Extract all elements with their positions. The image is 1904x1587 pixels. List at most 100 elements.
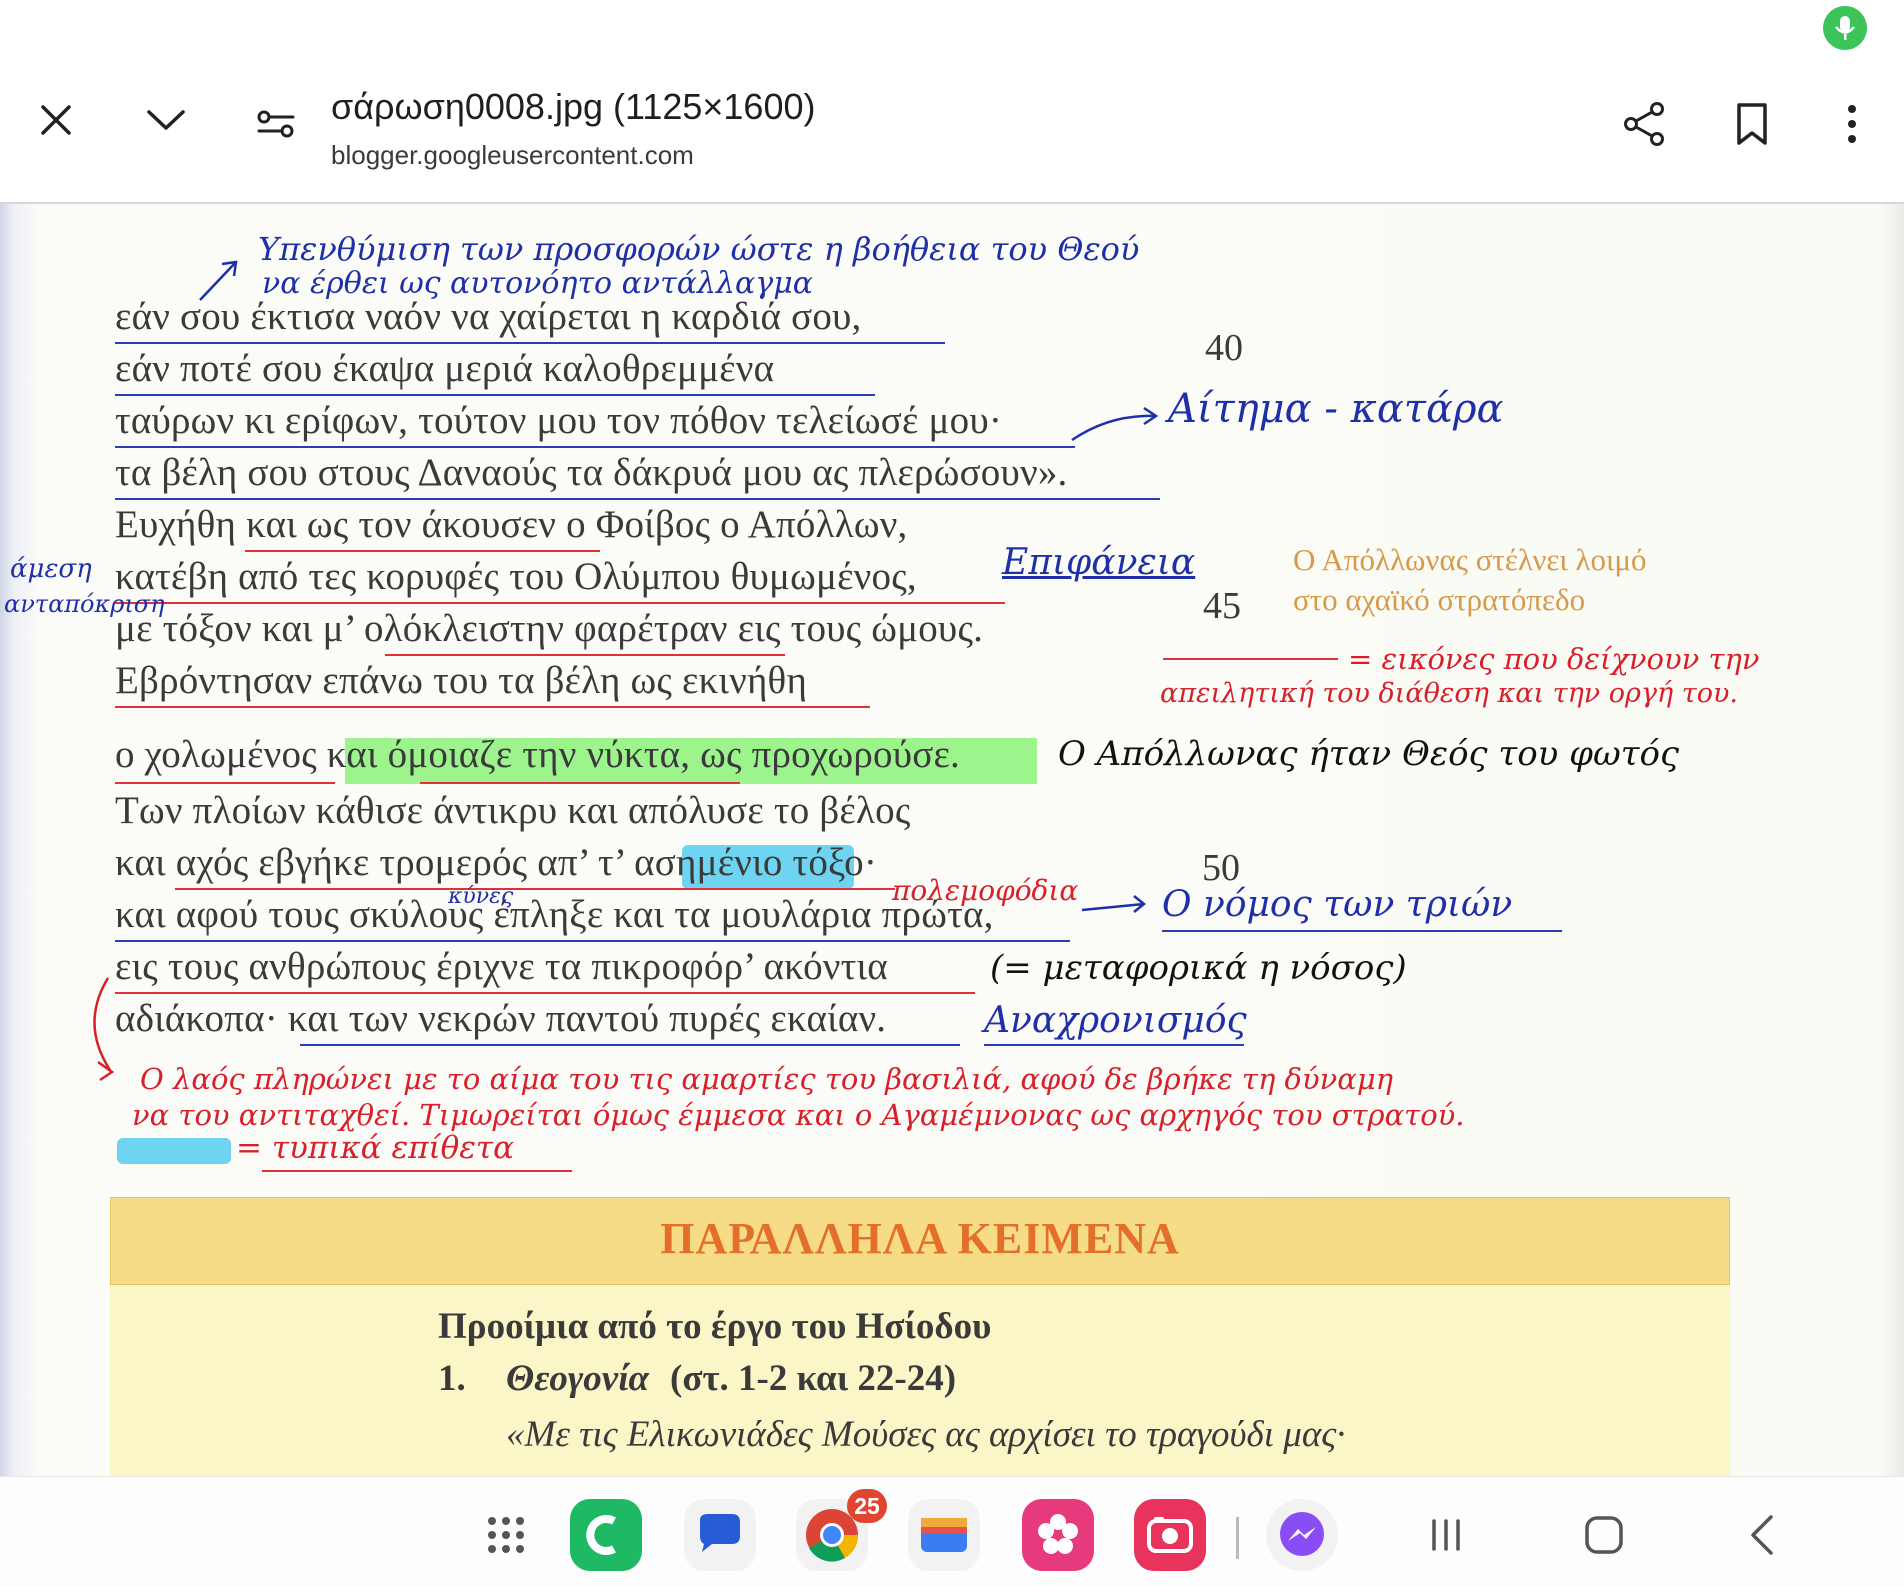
scanned-image[interactable]: Υπενθύμιση των προσφορών ώστε η βοήθεια … xyxy=(0,204,1904,1476)
note-epithets: = τυπικά επίθετα xyxy=(236,1130,515,1166)
dock-divider xyxy=(1236,1517,1239,1559)
note-images-1: = εικόνες που δείχνουν την xyxy=(1348,642,1760,676)
recents-icon xyxy=(1432,1519,1460,1551)
back-icon xyxy=(1751,1515,1773,1555)
messages-icon xyxy=(700,1514,740,1552)
underline-red xyxy=(115,992,975,994)
home-button[interactable] xyxy=(1568,1499,1640,1571)
note-curse: Αίτημα - κατάρα xyxy=(1168,386,1504,432)
more-options-button[interactable] xyxy=(1828,96,1876,152)
arrow-icon xyxy=(1071,406,1159,442)
note-reminder-1: Υπενθύμιση των προσφορών ώστε η βοήθεια … xyxy=(258,230,1140,268)
chrome-notification-badge: 25 xyxy=(847,1489,887,1523)
note-images-2: απειλητική του διάθεση και την οργή του. xyxy=(1160,678,1738,709)
poem-line: εάν σου έκτισα ναόν να χαίρεται η καρδιά… xyxy=(115,295,862,338)
underline-red xyxy=(175,888,895,890)
wallet-app[interactable] xyxy=(908,1499,980,1571)
recents-button[interactable] xyxy=(1410,1499,1482,1571)
home-icon xyxy=(1585,1516,1623,1554)
more-vert-icon xyxy=(1848,105,1856,143)
note-pack-animals: πολεμοφόδια xyxy=(892,874,1079,907)
underline-blue xyxy=(115,394,875,396)
parallel-quote: «Με τις Ελικωνιάδες Μούσες ας αρχίσει το… xyxy=(506,1414,1346,1455)
phone-icon xyxy=(586,1515,616,1555)
poem-line: Εβρόντησαν επάνω του τα βέλη ως εκινήθη xyxy=(115,659,808,702)
poem-line: εις τους ανθρώπους έριχνε τα πικροφόρ’ α… xyxy=(115,945,888,988)
blossom-icon xyxy=(1038,1514,1078,1554)
poem-line: εάν ποτέ σου έκαψα μεριά καλοθρεμμένα xyxy=(115,347,775,390)
note-bottom-1: Ο λαός πληρώνει με το αίμα του τις αμαρτ… xyxy=(140,1062,1394,1096)
underline-blue xyxy=(984,1044,1244,1046)
share-icon xyxy=(1624,102,1664,146)
tune-icon xyxy=(257,110,295,138)
note-bottom-2: να του αντιταχθεί. Τιμωρείται όμως έμμεσ… xyxy=(132,1098,1465,1132)
parallel-item-title: Θεογονία xyxy=(506,1358,649,1399)
underline-blue xyxy=(115,940,1070,942)
note-epiphany: Επιφάνεια xyxy=(1002,542,1196,583)
parallel-item-range: (στ. 1-2 και 22-24) xyxy=(670,1358,957,1399)
line-number: 45 xyxy=(1203,585,1241,627)
parallel-texts-title: ΠΑΡΑΛΛΗΛΑ ΚΕΙΜΕΝΑ xyxy=(660,1214,1180,1263)
site-settings-button[interactable] xyxy=(248,98,304,150)
poem-line: ο χολωμένος και όμοιαζε την νύκτα, ως πρ… xyxy=(115,733,961,776)
poem-text: Υπενθύμιση των προσφορών ώστε η βοήθεια … xyxy=(0,204,1904,1476)
apps-grid-icon xyxy=(488,1517,524,1553)
note-direct-2: ανταπόκριση xyxy=(4,590,165,618)
poem-line: και αφού τους σκύλους έπληξε και τα μουλ… xyxy=(115,893,994,936)
close-icon xyxy=(41,105,71,135)
printed-side-note: στο αχαϊκό στρατόπεδο xyxy=(1293,582,1586,617)
phone-app[interactable] xyxy=(570,1499,642,1571)
underline-red xyxy=(245,550,600,552)
underline-red xyxy=(262,1170,572,1172)
underline-blue xyxy=(300,1044,960,1046)
poem-line: Ευχήθη και ως τον άκουσεν ο Φοίβος ο Από… xyxy=(115,503,908,546)
blossom-app[interactable] xyxy=(1022,1499,1094,1571)
note-law-of-three: Ο νόμος των τριών xyxy=(1162,884,1513,925)
poem-line: Των πλοίων κάθισε άντικρυ και απόλυσε το… xyxy=(115,789,911,832)
arrow-icon xyxy=(1081,895,1147,913)
underline-blue xyxy=(115,446,1075,448)
underline-red xyxy=(1163,658,1338,660)
note-dogs: κύνες xyxy=(448,884,514,909)
taskbar: 25 xyxy=(0,1476,1904,1587)
page-url[interactable]: blogger.googleusercontent.com xyxy=(331,140,694,171)
underline-red xyxy=(385,654,785,656)
parallel-texts-box: ΠΑΡΑΛΛΗΛΑ ΚΕΙΜΕΝΑ Προοίμια από το έργο τ… xyxy=(110,1197,1730,1476)
mic-icon xyxy=(1835,16,1855,40)
poem-line: και αχός εβγήκε τρομερός απ’ τ’ ασημένιο… xyxy=(115,841,878,884)
underline-red xyxy=(115,706,870,708)
printed-side-note: Ο Απόλλωνας στέλνει λοιμό xyxy=(1293,542,1647,577)
poem-line: με τόξον και μ’ ολόκλειστην φαρέτραν εις… xyxy=(115,607,984,650)
underline-blue xyxy=(115,342,945,344)
parallel-subtitle: Προοίμια από το έργο του Ησίοδου xyxy=(438,1306,992,1347)
screen-recorder-app[interactable] xyxy=(1134,1499,1206,1571)
messenger-icon xyxy=(1280,1512,1324,1556)
bookmark-button[interactable] xyxy=(1726,96,1778,152)
underline-red xyxy=(115,602,1005,604)
note-anachronism: Αναχρονισμός xyxy=(984,1000,1247,1041)
custom-tab-toolbar: σάρωση0008.jpg (1125×1600) blogger.googl… xyxy=(0,60,1904,204)
messenger-app[interactable] xyxy=(1266,1499,1338,1571)
collapse-button[interactable] xyxy=(138,94,194,146)
line-number: 40 xyxy=(1205,327,1243,369)
parallel-item-number: 1. xyxy=(438,1358,466,1399)
back-button[interactable] xyxy=(1726,1499,1798,1571)
messages-app[interactable] xyxy=(684,1499,756,1571)
poem-line: τα βέλη σου στους Δαναούς τα δάκρυά μου … xyxy=(115,451,1068,494)
apps-button[interactable] xyxy=(470,1499,542,1571)
poem-line: αδιάκοπα· και των νεκρών παντού πυρές εκ… xyxy=(115,997,887,1040)
screen-recorder-icon xyxy=(1147,1517,1193,1553)
close-button[interactable] xyxy=(30,94,82,146)
page-title[interactable]: σάρωση0008.jpg (1125×1600) xyxy=(331,86,816,128)
epithet-legend-swatch xyxy=(117,1138,231,1164)
poem-line: ταύρων κι ερίφων, τούτον μου τον πόθον τ… xyxy=(115,399,1003,442)
underline-blue xyxy=(115,498,1160,500)
bracket-arrow-icon xyxy=(93,977,115,1082)
bookmark-icon xyxy=(1737,103,1767,145)
underline-red xyxy=(115,782,335,784)
poem-line: κατέβη από τες κορυφές του Ολύμπου θυμωμ… xyxy=(115,555,917,598)
share-button[interactable] xyxy=(1616,96,1672,152)
chevron-down-icon xyxy=(147,110,185,130)
note-metaphor: (= μεταφορικά η νόσος) xyxy=(990,948,1407,988)
note-light-god: Ο Απόλλωνας ήταν Θεός του φωτός xyxy=(1058,734,1680,774)
